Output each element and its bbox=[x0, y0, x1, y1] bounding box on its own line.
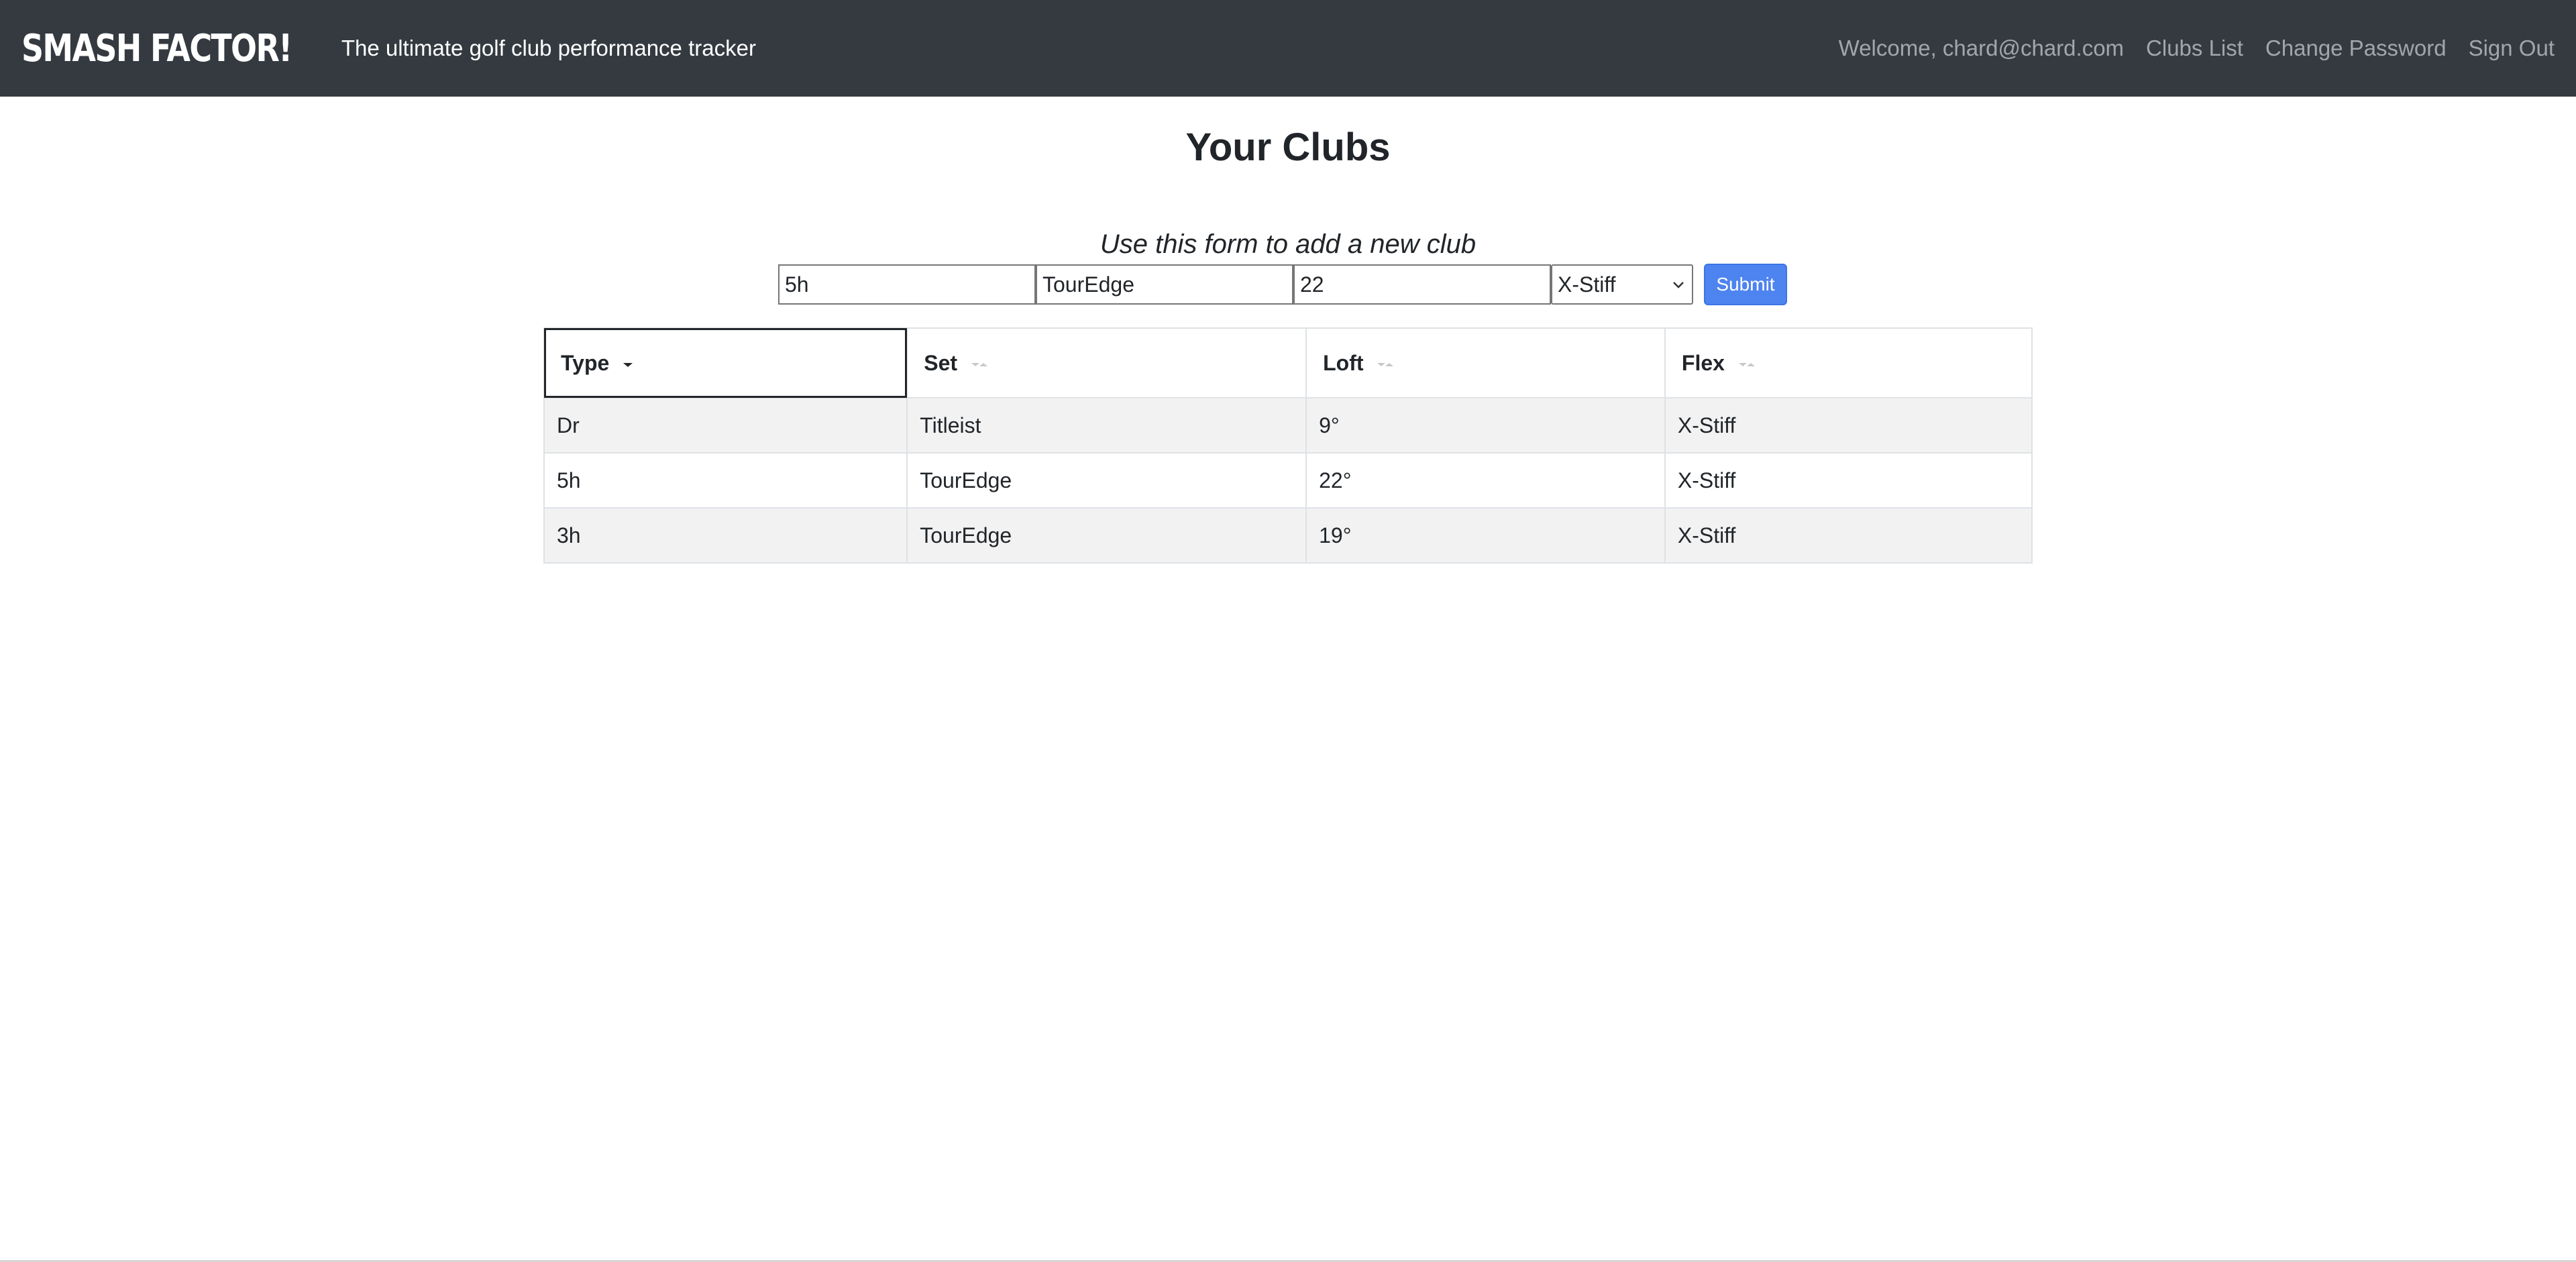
brand-tagline: The ultimate golf club performance track… bbox=[341, 36, 756, 60]
cell-flex: X-Stiff bbox=[1664, 452, 2033, 509]
column-label-loft: Loft bbox=[1323, 350, 1364, 375]
set-input[interactable] bbox=[1036, 264, 1293, 305]
cell-set: Titleist bbox=[906, 397, 1307, 454]
nav-links: Welcome, chard@chard.com Clubs List Chan… bbox=[1839, 36, 2555, 61]
welcome-text: Welcome, chard@chard.com bbox=[1838, 36, 2125, 60]
loft-input[interactable] bbox=[1293, 264, 1551, 305]
sort-unsorted-icon bbox=[1377, 363, 1394, 367]
column-header-loft[interactable]: Loft bbox=[1305, 327, 1666, 399]
column-header-set[interactable]: Set bbox=[906, 327, 1307, 399]
cell-type: 5h bbox=[543, 452, 908, 509]
column-header-type[interactable]: Type bbox=[543, 327, 908, 399]
sort-unsorted-icon bbox=[1738, 363, 1755, 367]
column-label-flex: Flex bbox=[1681, 350, 1725, 375]
brand-logo[interactable]: SMASH FACTOR! bbox=[21, 27, 292, 70]
flex-select-value: X-Stiff bbox=[1558, 272, 1616, 297]
form-caption: Use this form to add a new club bbox=[1099, 229, 1477, 259]
top-navbar: SMASH FACTOR! The ultimate golf club per… bbox=[0, 0, 2576, 97]
table-header-row: Type Set Loft Flex bbox=[543, 327, 2033, 399]
type-input[interactable] bbox=[778, 264, 1036, 305]
clubs-table: Type Set Loft Flex Dr Titleist 9° X-Stif… bbox=[543, 327, 2033, 564]
table-body: Dr Titleist 9° X-Stiff 5h TourEdge 22° X… bbox=[543, 397, 2033, 564]
nav-link-sign-out[interactable]: Sign Out bbox=[2469, 36, 2555, 61]
page-title: Your Clubs bbox=[1185, 125, 1391, 169]
cell-type: 3h bbox=[543, 507, 908, 564]
table-row[interactable]: 3h TourEdge 19° X-Stiff bbox=[543, 507, 2033, 564]
nav-link-change-password[interactable]: Change Password bbox=[2265, 36, 2447, 61]
cell-set: TourEdge bbox=[906, 452, 1307, 509]
table-header: Type Set Loft Flex bbox=[543, 327, 2033, 399]
column-label-set: Set bbox=[924, 350, 958, 375]
table-row[interactable]: 5h TourEdge 22° X-Stiff bbox=[543, 452, 2033, 509]
column-label-type: Type bbox=[561, 350, 610, 375]
table-row[interactable]: Dr Titleist 9° X-Stiff bbox=[543, 397, 2033, 454]
cell-set: TourEdge bbox=[906, 507, 1307, 564]
column-header-flex[interactable]: Flex bbox=[1664, 327, 2033, 399]
submit-button[interactable]: Submit bbox=[1704, 264, 1787, 305]
cell-loft: 19° bbox=[1305, 507, 1666, 564]
chevron-down-icon bbox=[1673, 282, 1684, 288]
add-club-form: X-Stiff Submit bbox=[778, 264, 1787, 305]
cell-flex: X-Stiff bbox=[1664, 397, 2033, 454]
brand-group: SMASH FACTOR! The ultimate golf club per… bbox=[21, 27, 756, 70]
cell-loft: 22° bbox=[1305, 452, 1666, 509]
sort-unsorted-icon bbox=[971, 363, 987, 367]
cell-flex: X-Stiff bbox=[1664, 507, 2033, 564]
sort-desc-icon bbox=[623, 363, 633, 368]
flex-select[interactable]: X-Stiff bbox=[1551, 264, 1693, 305]
cell-loft: 9° bbox=[1305, 397, 1666, 454]
nav-link-clubs-list[interactable]: Clubs List bbox=[2146, 36, 2243, 61]
cell-type: Dr bbox=[543, 397, 908, 454]
